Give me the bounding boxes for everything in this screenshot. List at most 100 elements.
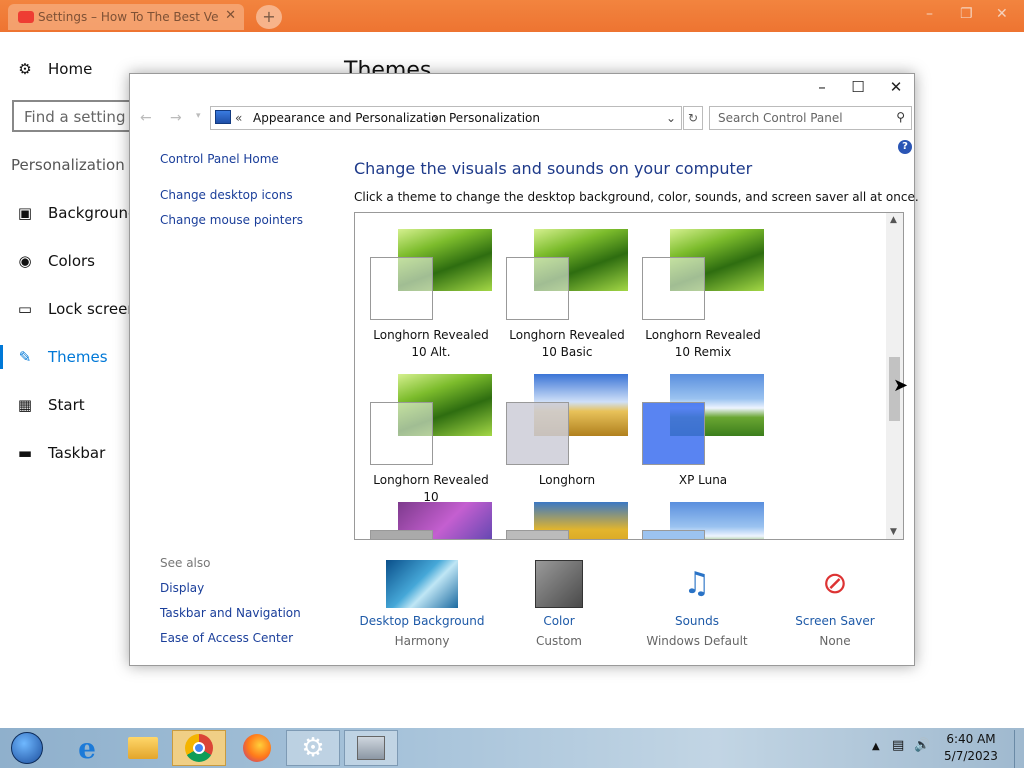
theme-color-swatch xyxy=(370,402,433,465)
settings-nav-label: Taskbar xyxy=(48,444,106,462)
change-desktop-icons-link[interactable]: Change desktop icons xyxy=(160,188,293,202)
theme-color-swatch xyxy=(506,402,569,465)
content-description: Click a theme to change the desktop back… xyxy=(354,190,919,204)
browser-tab[interactable]: Settings – How To The Best Ver ✕ xyxy=(8,4,244,30)
start-button[interactable] xyxy=(0,730,54,766)
search-input[interactable]: Search Control Panel ⚲ xyxy=(709,106,912,130)
show-hidden-icons-icon[interactable]: ▲ xyxy=(872,741,880,752)
internet-explorer-button[interactable]: e xyxy=(60,730,114,766)
folder-icon xyxy=(128,737,158,759)
screen-saver-label: Screen Saver xyxy=(795,614,875,628)
control-panel-button[interactable] xyxy=(344,730,398,766)
settings-nav-background[interactable]: ▣ Background xyxy=(16,204,138,222)
settings-home[interactable]: ⚙ Home xyxy=(16,60,92,78)
grid-icon: ▦ xyxy=(17,396,33,414)
monitor-icon: ▭ xyxy=(17,300,33,318)
settings-nav-label: Themes xyxy=(48,348,108,366)
theme-name: Longhorn xyxy=(538,473,596,487)
theme-color-swatch xyxy=(642,530,705,539)
youtube-favicon-icon xyxy=(18,11,34,23)
maximize-button[interactable]: ☐ xyxy=(840,78,876,100)
content-heading: Change the visuals and sounds on your co… xyxy=(354,159,753,178)
color-label: Color xyxy=(543,614,575,628)
close-button[interactable]: ✕ xyxy=(878,78,914,100)
theme-color-swatch xyxy=(506,257,569,320)
no-screensaver-icon: ⊘ xyxy=(822,566,848,601)
file-explorer-button[interactable] xyxy=(116,730,170,766)
settings-home-label: Home xyxy=(48,60,93,78)
control-panel-window: – ☐ ✕ ← → ▾ « Appearance and Personaliza… xyxy=(129,73,919,666)
network-icon[interactable]: ▤ xyxy=(892,738,904,753)
search-placeholder: Search Control Panel xyxy=(718,111,843,125)
scroll-down-icon[interactable]: ▼ xyxy=(890,527,897,537)
new-tab-button[interactable]: + xyxy=(256,5,282,29)
firefox-button[interactable] xyxy=(230,730,284,766)
chrome-icon xyxy=(185,734,213,762)
sounds-label: Sounds xyxy=(674,614,720,628)
change-mouse-pointers-link[interactable]: Change mouse pointers xyxy=(160,213,303,227)
desktop-background-item[interactable]: Desktop Background Harmony xyxy=(357,560,487,648)
search-icon: ⚲ xyxy=(896,110,905,124)
refresh-icon[interactable]: ↻ xyxy=(683,106,703,130)
desktop-background-value: Harmony xyxy=(394,634,450,648)
firefox-icon xyxy=(243,734,271,762)
settings-nav-lock-screen[interactable]: ▭ Lock screen xyxy=(16,300,137,318)
back-arrow-icon[interactable]: ← xyxy=(140,110,152,126)
screen-saver-item[interactable]: ⊘ Screen Saver None xyxy=(770,560,900,648)
breadcrumb-item[interactable]: Personalization xyxy=(449,111,540,125)
sounds-value: Windows Default xyxy=(646,634,748,648)
browser-tab-title: Settings – How To The Best Ver xyxy=(38,10,218,24)
address-dropdown-icon[interactable]: ⌄ xyxy=(666,111,676,125)
breadcrumb-separator-icon[interactable]: › xyxy=(433,111,438,125)
desktop-background-label: Desktop Background xyxy=(359,614,485,628)
help-icon[interactable]: ? xyxy=(898,140,912,154)
theme-color-swatch xyxy=(642,257,705,320)
scroll-up-icon[interactable]: ▲ xyxy=(890,215,897,225)
address-bar[interactable]: « Appearance and Personalization › Perso… xyxy=(210,106,682,130)
browser-restore-icon[interactable]: ❐ xyxy=(960,6,973,22)
overflow-chevron-icon[interactable]: « xyxy=(235,111,242,125)
gear-icon: ⚙ xyxy=(18,60,32,78)
clock-time: 6:40 AM xyxy=(946,732,996,746)
browser-close-icon[interactable]: ✕ xyxy=(996,6,1008,22)
theme-color-swatch xyxy=(370,257,433,320)
chrome-button[interactable] xyxy=(172,730,226,766)
windows-orb-icon xyxy=(11,732,43,764)
theme-color-swatch xyxy=(642,402,705,465)
breadcrumb-item[interactable]: Appearance and Personalization xyxy=(253,111,446,125)
settings-nav-label: Lock screen xyxy=(48,300,137,318)
color-swatch-icon xyxy=(535,560,583,608)
theme-name: Longhorn Revealed 10 Remix xyxy=(645,328,761,359)
display-link[interactable]: Display xyxy=(160,581,204,595)
settings-button[interactable]: ⚙ xyxy=(286,730,340,766)
settings-nav-colors[interactable]: ◉ Colors xyxy=(16,252,95,270)
music-notes-icon: ♫ xyxy=(683,566,711,601)
control-panel-icon xyxy=(357,736,385,760)
settings-search-input[interactable]: Find a setting xyxy=(12,100,142,132)
minimize-button[interactable]: – xyxy=(804,78,840,100)
settings-nav-taskbar[interactable]: ▬ Taskbar xyxy=(16,444,105,462)
image-icon: ▣ xyxy=(17,204,33,222)
theme-color-swatch xyxy=(370,530,433,539)
recent-dropdown-icon[interactable]: ▾ xyxy=(196,111,201,121)
palette-icon: ◉ xyxy=(18,252,32,270)
settings-nav-start[interactable]: ▦ Start xyxy=(16,396,85,414)
forward-arrow-icon[interactable]: → xyxy=(170,110,182,126)
browser-minimize-icon[interactable]: – xyxy=(926,6,933,22)
control-panel-home-link[interactable]: Control Panel Home xyxy=(160,152,279,166)
theme-gallery: Longhorn Revealed 10 Alt. Longhorn Revea… xyxy=(354,212,904,540)
control-panel-icon xyxy=(215,110,231,124)
taskbar-navigation-link[interactable]: Taskbar and Navigation xyxy=(160,606,301,620)
ease-of-access-link[interactable]: Ease of Access Center xyxy=(160,631,293,645)
internet-explorer-icon: e xyxy=(78,731,96,765)
show-desktop-button[interactable] xyxy=(1014,730,1024,768)
color-item[interactable]: Color Custom xyxy=(494,560,624,648)
taskbar-clock[interactable]: 6:40 AM 5/7/2023 xyxy=(936,732,1006,763)
sounds-item[interactable]: ♫ Sounds Windows Default xyxy=(632,560,762,648)
tab-close-icon[interactable]: ✕ xyxy=(225,8,236,23)
brush-icon: ✎ xyxy=(18,348,32,366)
volume-icon[interactable]: 🔊 xyxy=(914,738,930,753)
settings-nav-label: Colors xyxy=(48,252,95,270)
theme-name: Longhorn Revealed 10 Alt. xyxy=(373,328,489,359)
settings-nav-themes[interactable]: ✎ Themes xyxy=(16,348,108,366)
